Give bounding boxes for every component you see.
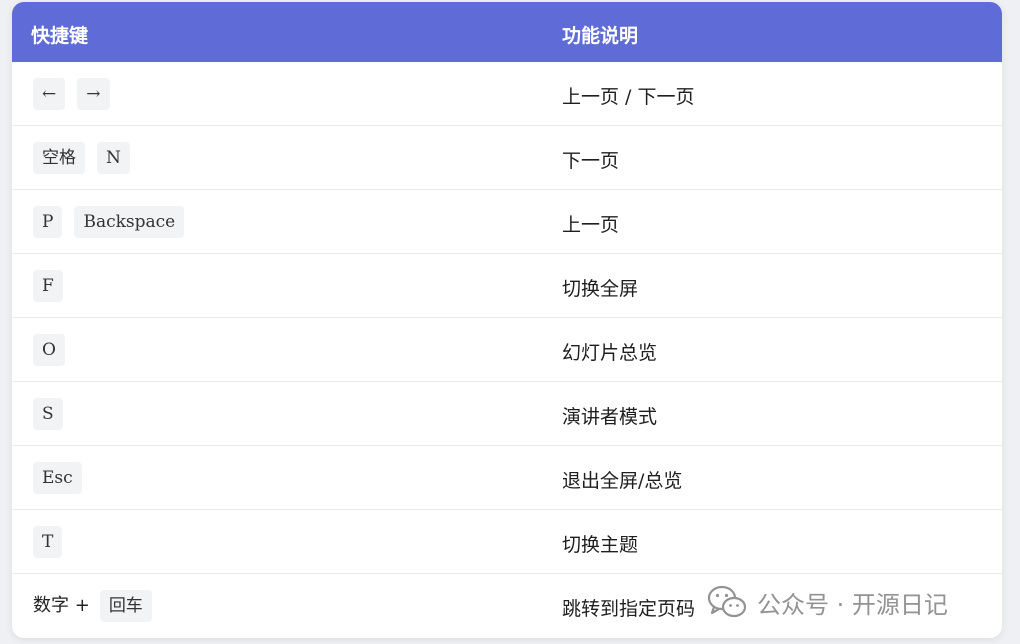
key-badge: T xyxy=(33,526,63,558)
table-row: Esc 退出全屏/总览 xyxy=(12,446,1002,510)
function-description: 切换全屏 xyxy=(562,278,639,300)
shortcut-keys: O xyxy=(33,334,77,366)
watermark: 公众号 · 开源日记 xyxy=(707,584,948,620)
shortcut-keys: S xyxy=(33,398,75,430)
table-row: S 演讲者模式 xyxy=(12,382,1002,446)
key-badge: N xyxy=(97,142,130,174)
table-row: F 切换全屏 xyxy=(12,254,1002,318)
key-badge: 空格 xyxy=(33,142,85,174)
function-description: 上一页 / 下一页 xyxy=(562,86,695,108)
key-badge: F xyxy=(33,270,63,302)
function-description: 跳转到指定页码 xyxy=(562,598,696,620)
key-badge: ← xyxy=(33,78,66,110)
key-badge: 回车 xyxy=(99,590,152,622)
table-row: T 切换主题 xyxy=(12,510,1002,574)
key-badge: Backspace xyxy=(74,206,185,238)
table-row: O 幻灯片总览 xyxy=(12,318,1002,382)
shortcut-keys: ← → xyxy=(33,78,122,110)
watermark-text: 公众号 · 开源日记 xyxy=(757,590,948,619)
table-row: 空格 N 下一页 xyxy=(12,126,1002,190)
shortcut-keys: Esc xyxy=(33,462,94,494)
key-prefix: 数字 + xyxy=(33,595,90,616)
header-shortcut: 快捷键 xyxy=(31,25,89,47)
table-row: ← → 上一页 / 下一页 xyxy=(12,62,1002,126)
function-description: 退出全屏/总览 xyxy=(562,470,683,492)
shortcut-keys: 数字 + 回车 xyxy=(33,590,164,622)
key-badge: Esc xyxy=(33,462,82,494)
key-badge: S xyxy=(33,398,63,430)
shortcut-keys: 空格 N xyxy=(33,142,142,174)
key-badge: → xyxy=(77,78,110,110)
header-description: 功能说明 xyxy=(562,25,639,47)
key-badge: P xyxy=(33,206,63,238)
shortcut-keys: T xyxy=(33,526,74,558)
table-row: P Backspace 上一页 xyxy=(12,190,1002,254)
function-description: 演讲者模式 xyxy=(562,406,658,428)
key-badge: O xyxy=(33,334,65,366)
wechat-icon xyxy=(707,585,747,618)
table-header: 快捷键 功能说明 xyxy=(12,2,1002,62)
function-description: 下一页 xyxy=(562,150,620,172)
shortcut-keys: F xyxy=(33,270,75,302)
function-description: 幻灯片总览 xyxy=(562,342,658,364)
table-body: ← → 上一页 / 下一页 空格 N 下一页 P Backspace 上一页 F 切换全屏 O 幻灯片总… xyxy=(12,62,1002,638)
shortcut-table: 快捷键 功能说明 ← → 上一页 / 下一页 空格 N 下一页 P Backspace 上一页 F… xyxy=(12,2,1002,638)
function-description: 上一页 xyxy=(562,214,620,236)
shortcut-keys: P Backspace xyxy=(33,206,196,238)
function-description: 切换主题 xyxy=(562,534,639,556)
